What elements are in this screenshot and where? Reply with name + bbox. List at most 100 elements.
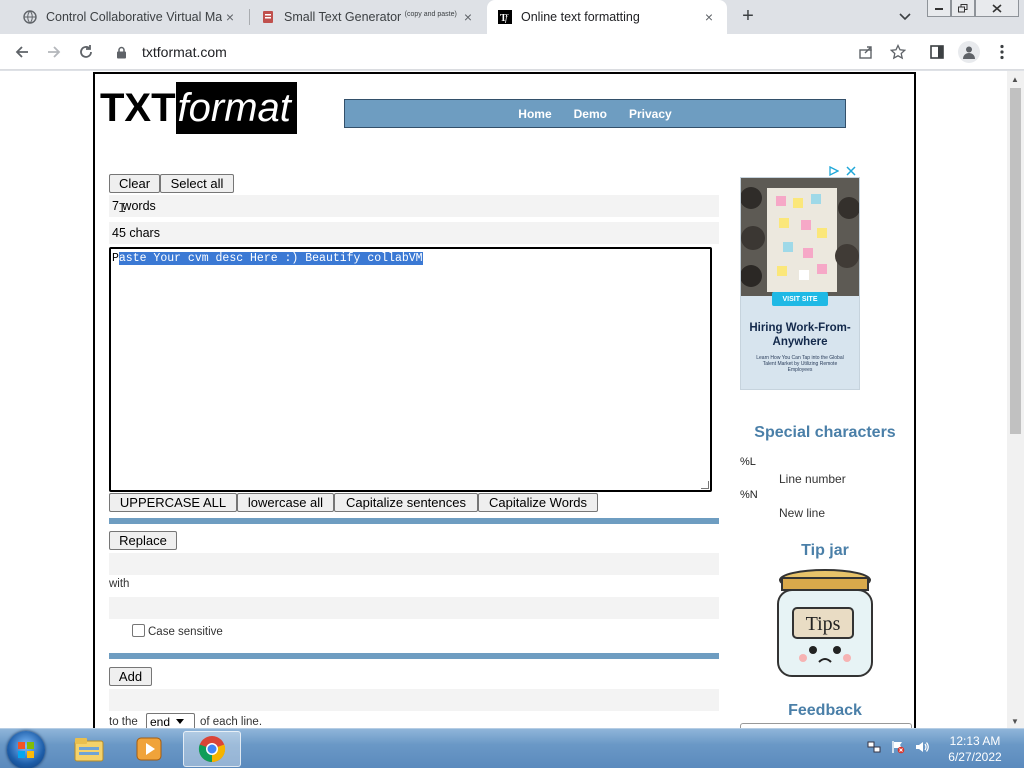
bookmark-star-icon[interactable] [888, 42, 908, 62]
capitalize-words-button[interactable]: Capitalize Words [478, 493, 598, 512]
each-line-label: of each line. [200, 716, 263, 728]
tip-jar-label: Tips [806, 613, 841, 635]
tab-close-icon[interactable]: × [222, 9, 238, 25]
browser-tab-strip: Control Collaborative Virtual Ma × Small… [0, 0, 1024, 34]
start-button[interactable] [7, 731, 45, 768]
tab-close-icon[interactable]: × [460, 9, 476, 25]
windows-taskbar: 12:13 AM 6/27/2022 [0, 728, 1024, 768]
ad-close-icon[interactable] [845, 165, 857, 177]
back-arrow-icon[interactable] [12, 42, 32, 62]
logo-txt: TXT [100, 86, 176, 130]
tab-title-text: Small Text Generator [284, 10, 402, 24]
special-char-desc: New line [779, 506, 826, 520]
chevron-down-icon [176, 719, 185, 724]
tab-close-icon[interactable]: × [701, 9, 717, 25]
network-icon[interactable] [866, 739, 882, 755]
select-all-button[interactable]: Select all [160, 174, 234, 193]
with-label: with [109, 578, 130, 590]
main-nav: Home Demo Privacy [344, 99, 846, 128]
feedback-heading: Feedback [788, 702, 862, 719]
tab-title: Small Text Generator (copy and paste) [284, 10, 460, 24]
add-position-select[interactable]: end [146, 713, 195, 728]
word-count: 7 words [109, 195, 719, 217]
char-count: 45 chars [109, 222, 719, 244]
system-tray [866, 739, 930, 755]
add-text-input[interactable] [109, 689, 719, 711]
profile-avatar-icon[interactable] [958, 41, 980, 63]
lock-icon[interactable] [116, 45, 130, 59]
tip-jar-image[interactable]: Tips [775, 568, 875, 680]
globe-icon [22, 9, 38, 25]
action-center-flag-icon[interactable] [890, 739, 906, 755]
media-player-icon[interactable] [120, 731, 178, 767]
replace-with-input[interactable] [109, 597, 719, 619]
special-char-code: %N [740, 489, 758, 501]
capitalize-sentences-button[interactable]: Capitalize sentences [334, 493, 478, 512]
text-editor[interactable]: Paste Your cvm desc Here :) Beautify col… [109, 247, 712, 492]
text-cursor-icon: I [118, 201, 127, 217]
side-panel-icon[interactable] [927, 42, 947, 62]
nav-home[interactable]: Home [518, 107, 551, 121]
ad-subtext: Learn How You Can Tap into the Global Ta… [756, 355, 844, 373]
window-controls [927, 0, 1019, 17]
forward-arrow-icon[interactable] [44, 42, 64, 62]
add-button[interactable]: Add [109, 667, 152, 686]
page-scrollbar[interactable]: ▲ ▼ [1007, 71, 1024, 728]
case-sensitive-checkbox[interactable] [132, 624, 145, 637]
scroll-down-icon[interactable]: ▼ [1011, 717, 1019, 726]
replace-find-input[interactable] [109, 553, 719, 575]
more-menu-icon[interactable] [992, 42, 1012, 62]
ad-headline: Hiring Work-From-Anywhere [749, 322, 851, 348]
replace-button[interactable]: Replace [109, 531, 177, 550]
restore-icon[interactable] [951, 0, 975, 17]
clock-time: 12:13 AM [949, 734, 1001, 748]
tab-title: Online text formatting [521, 10, 640, 24]
url-text: txtformat.com [142, 44, 227, 60]
volume-icon[interactable] [914, 739, 930, 755]
tip-jar-heading: Tip jar [801, 542, 849, 559]
txtformat-favicon-icon: Tf [497, 9, 513, 25]
tab-collabvm[interactable]: Control Collaborative Virtual Ma × [12, 0, 248, 34]
site-logo[interactable]: TXT format [100, 82, 297, 134]
ad-visit-button[interactable]: VISIT SITE [772, 292, 828, 306]
special-characters-heading: Special characters [754, 424, 896, 441]
document-favicon-icon [260, 9, 276, 25]
adchoices-icon[interactable] [828, 165, 840, 177]
chrome-icon[interactable] [183, 731, 241, 767]
clear-button[interactable]: Clear [109, 174, 160, 193]
nav-demo[interactable]: Demo [574, 107, 607, 121]
scroll-thumb[interactable] [1010, 88, 1021, 434]
section-divider [109, 518, 719, 524]
tab-small-text-generator[interactable]: Small Text Generator (copy and paste) × [250, 0, 486, 34]
window-close-icon[interactable] [975, 0, 1019, 17]
clock-date: 6/27/2022 [948, 750, 1002, 764]
new-tab-button[interactable]: + [737, 5, 759, 27]
file-explorer-icon[interactable] [60, 731, 118, 767]
editor-text-first-char: P [112, 252, 119, 265]
scroll-up-icon[interactable]: ▲ [1011, 75, 1019, 84]
case-sensitive-label: Case sensitive [148, 626, 223, 638]
uppercase-all-button[interactable]: UPPERCASE ALL [109, 493, 237, 512]
to-the-label: to the [109, 716, 138, 728]
editor-text-selected: aste Your cvm desc Here :) Beautify coll… [118, 252, 423, 265]
reload-icon[interactable] [76, 42, 96, 62]
tab-title: Control Collaborative Virtual Ma [46, 10, 222, 24]
tab-title-superscript: (copy and paste) [404, 10, 457, 18]
lowercase-all-button[interactable]: lowercase all [237, 493, 334, 512]
browser-toolbar: txtformat.com [0, 34, 1024, 70]
minimize-icon[interactable] [927, 0, 951, 17]
tab-online-text-formatting[interactable]: Tf Online text formatting × [487, 0, 727, 34]
resize-grip-icon[interactable] [701, 481, 709, 489]
nav-privacy[interactable]: Privacy [629, 107, 672, 121]
logo-format: format [175, 82, 297, 134]
share-icon[interactable] [856, 42, 876, 62]
tab-search-chevron-icon[interactable] [896, 9, 914, 25]
section-divider [109, 653, 719, 659]
advertisement[interactable]: VISIT SITE Hiring Work-From-Anywhere Lea… [740, 177, 860, 390]
address-bar[interactable]: txtformat.com [108, 37, 930, 67]
add-position-value: end [150, 714, 171, 729]
page-viewport: TXT format Home Demo Privacy Clear Selec… [0, 71, 1024, 728]
special-char-code: %L [740, 456, 756, 468]
ad-photo-image [741, 178, 859, 296]
system-clock[interactable]: 12:13 AM 6/27/2022 [940, 733, 1010, 765]
